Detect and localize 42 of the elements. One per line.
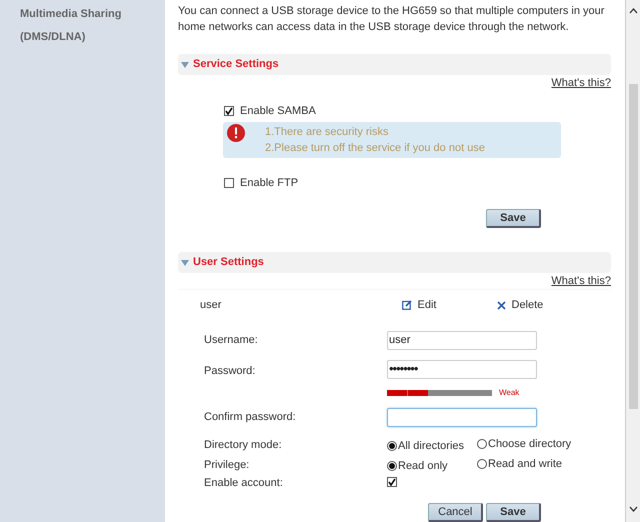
scrollbar-thumb[interactable]: [628, 84, 638, 409]
sidebar-item[interactable]: Multimedia Sharing: [20, 8, 165, 31]
delete-link[interactable]: Delete: [497, 297, 544, 314]
error-icon: [227, 124, 245, 142]
option-label: Enable SAMBA: [240, 104, 316, 119]
section-header[interactable]: User Settings: [178, 252, 611, 273]
close-icon: [497, 300, 506, 310]
password-field[interactable]: [387, 408, 537, 427]
radio-option[interactable]: Read only: [387, 458, 477, 474]
warning-text: 1.There are security risks: [265, 124, 390, 140]
caret-icon: [181, 62, 189, 68]
cancel-button[interactable]: Cancel: [428, 502, 484, 522]
help-link[interactable]: What's this?: [551, 275, 611, 287]
user-name: user: [200, 298, 222, 313]
option-label: Enable FTP: [240, 176, 298, 190]
field-label: Password:: [204, 364, 256, 378]
radio-option[interactable]: All directories: [387, 438, 477, 454]
section-title: User Settings: [193, 255, 264, 270]
field-label: Privilege:: [204, 458, 250, 473]
save-button[interactable]: Save: [486, 209, 541, 228]
caret-icon: [181, 260, 189, 266]
section-title: Service Settings: [193, 57, 279, 72]
field-label: Directory mode:: [204, 438, 283, 453]
edit-link[interactable]: Edit: [402, 297, 497, 314]
edit-icon: [402, 300, 412, 310]
text-field[interactable]: user: [387, 330, 537, 350]
section-header[interactable]: Service Settings: [178, 54, 611, 75]
field-label: Confirm password:: [204, 410, 297, 425]
warning-text: 2.Please turn off the service if you do not use: [265, 140, 485, 156]
strength-label: Weak: [499, 386, 520, 399]
password-field[interactable]: ••••••••: [387, 360, 537, 378]
field-label: Enable account:: [204, 476, 284, 492]
help-link[interactable]: What's this?: [551, 77, 611, 89]
description-text: You can connect a USB storage device to the HG659 so that multiple computers in your home networks can access data in the USB storage device through the network.: [178, 4, 606, 35]
scrollbar[interactable]: [625, 0, 640, 522]
radio-option[interactable]: Read and write: [477, 456, 567, 472]
field-label: Username:: [204, 332, 259, 348]
sidebar-item[interactable]: (DMS/DLNA): [20, 31, 165, 54]
save-button[interactable]: Save: [486, 502, 541, 522]
checkbox[interactable]: [224, 106, 234, 116]
checkbox[interactable]: [224, 178, 234, 188]
checkbox[interactable]: [387, 477, 397, 488]
